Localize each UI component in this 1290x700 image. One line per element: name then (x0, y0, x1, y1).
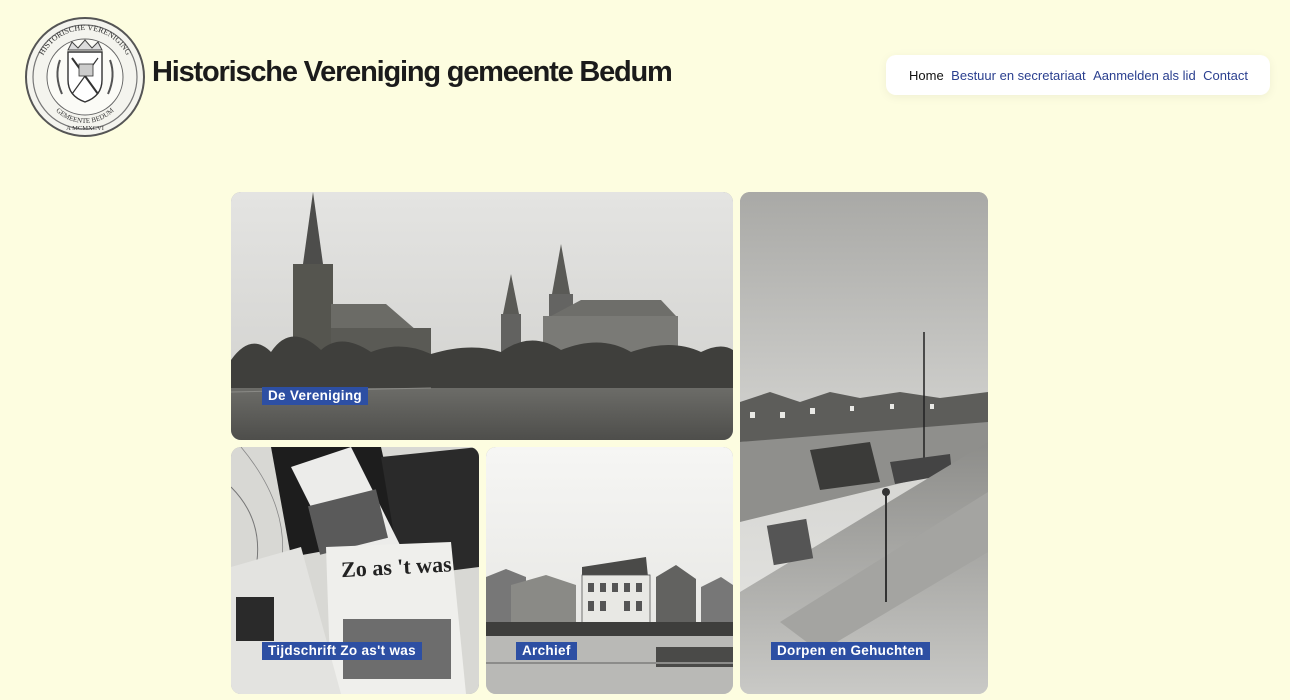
tile-label-dorpen[interactable]: Dorpen en Gehuchten (771, 642, 930, 660)
society-logo[interactable]: HISTORISCHE VERENIGING GEMEENTE BEDUM A … (24, 16, 146, 138)
village-photo (740, 192, 988, 694)
site-title[interactable]: Historische Vereniging gemeente Bedum (152, 56, 673, 89)
tile-label-archief[interactable]: Archief (516, 642, 577, 660)
tile-dorpen[interactable]: Dorpen en Gehuchten (740, 192, 988, 694)
tile-archief[interactable]: Archief (486, 447, 733, 694)
logo-year: A MCMXCVI (66, 125, 104, 132)
nav-item-home[interactable]: Home (909, 68, 944, 83)
tile-label-de-vereniging[interactable]: De Vereniging (262, 387, 368, 405)
main-nav: Home Bestuur en secretariaat Aanmelden a… (886, 55, 1270, 95)
tile-tijdschrift[interactable]: Zo as 't was Tijdschrift Zo as't was (231, 447, 479, 694)
tile-de-vereniging[interactable]: De Vereniging (231, 192, 733, 440)
tile-label-tijdschrift[interactable]: Tijdschrift Zo as't was (262, 642, 422, 660)
nav-item-bestuur[interactable]: Bestuur en secretariaat (951, 68, 1085, 83)
nav-item-contact[interactable]: Contact (1203, 68, 1248, 83)
nav-item-aanmelden[interactable]: Aanmelden als lid (1093, 68, 1196, 83)
